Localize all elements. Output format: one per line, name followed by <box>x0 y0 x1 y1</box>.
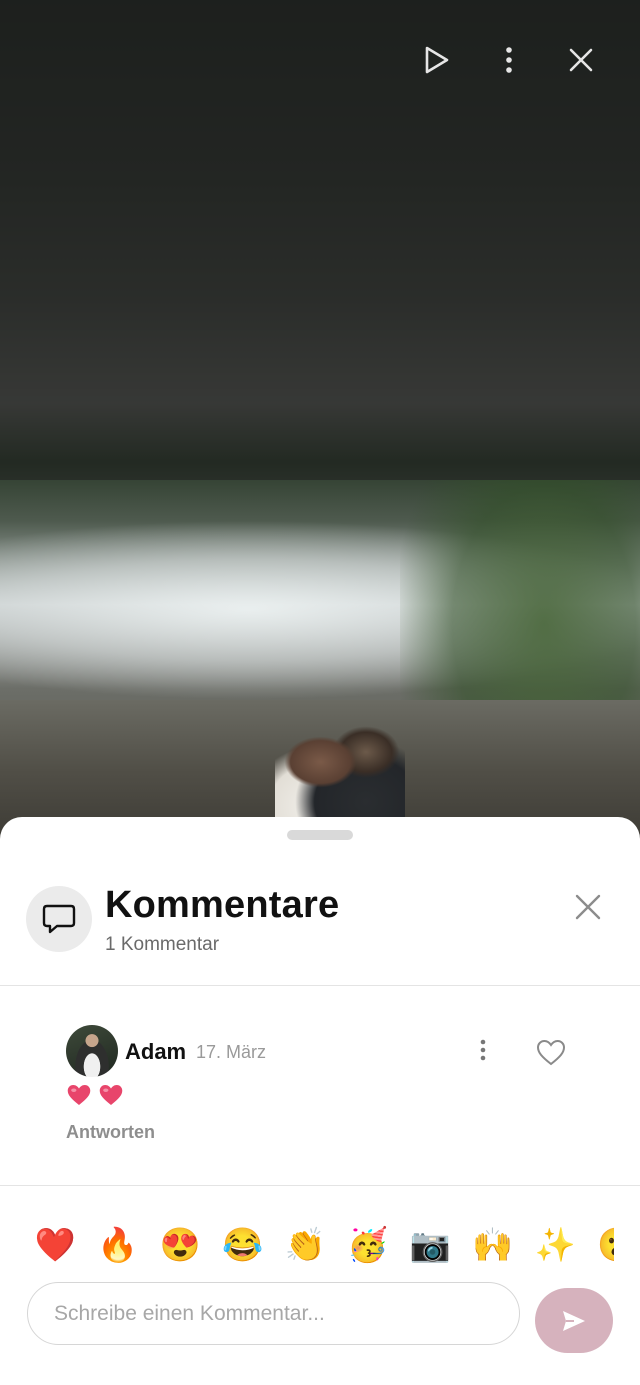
heart-emoji-icon <box>99 1085 123 1105</box>
emoji-surprised[interactable]: 😮 <box>597 1223 614 1265</box>
close-comments-button[interactable] <box>568 887 608 927</box>
more-vertical-icon <box>506 47 512 73</box>
close-icon <box>569 48 593 72</box>
emoji-sparkles[interactable]: ✨ <box>534 1223 576 1265</box>
play-icon <box>425 46 449 74</box>
comment-icon <box>42 904 76 934</box>
comment-date: 17. März <box>196 1042 267 1062</box>
emoji-heart-eyes[interactable]: 😍 <box>159 1223 201 1265</box>
avatar[interactable] <box>66 1025 118 1077</box>
header-divider <box>0 985 640 986</box>
comment-count: 1 Kommentar <box>105 934 220 955</box>
reply-link[interactable]: Antworten <box>66 1122 155 1143</box>
comment-composer <box>27 1282 520 1345</box>
emoji-joy[interactable]: 😂 <box>222 1223 264 1265</box>
send-button[interactable] <box>535 1288 613 1353</box>
emoji-raised-hands[interactable]: 🙌 <box>472 1223 514 1265</box>
close-icon <box>575 894 601 920</box>
comment-more-button[interactable] <box>468 1035 498 1065</box>
send-icon <box>563 1310 585 1331</box>
post-photo <box>0 0 640 840</box>
comment-author[interactable]: Adam <box>125 1039 186 1065</box>
heart-outline-icon <box>536 1039 566 1065</box>
close-viewer-button[interactable] <box>561 40 601 80</box>
couple <box>275 722 405 822</box>
photo-dim-overlay <box>0 0 640 480</box>
emoji-camera[interactable]: 📷 <box>409 1223 451 1265</box>
comments-sheet: Kommentare 1 Kommentar Adam 17. März ❤️ … <box>0 817 640 1385</box>
comment-body: ❤️ ❤️ <box>66 1083 124 1113</box>
comment-input[interactable] <box>52 1283 496 1345</box>
more-options-button[interactable] <box>489 40 529 80</box>
sheet-drag-handle[interactable] <box>287 830 353 840</box>
comments-header-icon <box>26 886 92 952</box>
comment-like-button[interactable] <box>534 1036 568 1068</box>
emoji-heart[interactable]: ❤️ <box>34 1223 76 1265</box>
play-button[interactable] <box>416 40 456 80</box>
emoji-fire[interactable]: 🔥 <box>97 1223 139 1265</box>
emoji-party[interactable]: 🥳 <box>347 1223 389 1265</box>
emoji-quick-bar: ❤️ 🔥 😍 😂 👏 🥳 📷 🙌 ✨ 😮 <box>34 1221 614 1267</box>
composer-divider <box>0 1185 640 1186</box>
emoji-clap[interactable]: 👏 <box>284 1223 326 1265</box>
heart-emoji-icon <box>67 1085 91 1105</box>
more-vertical-icon <box>480 1039 486 1061</box>
sheet-title: Kommentare <box>105 884 340 926</box>
